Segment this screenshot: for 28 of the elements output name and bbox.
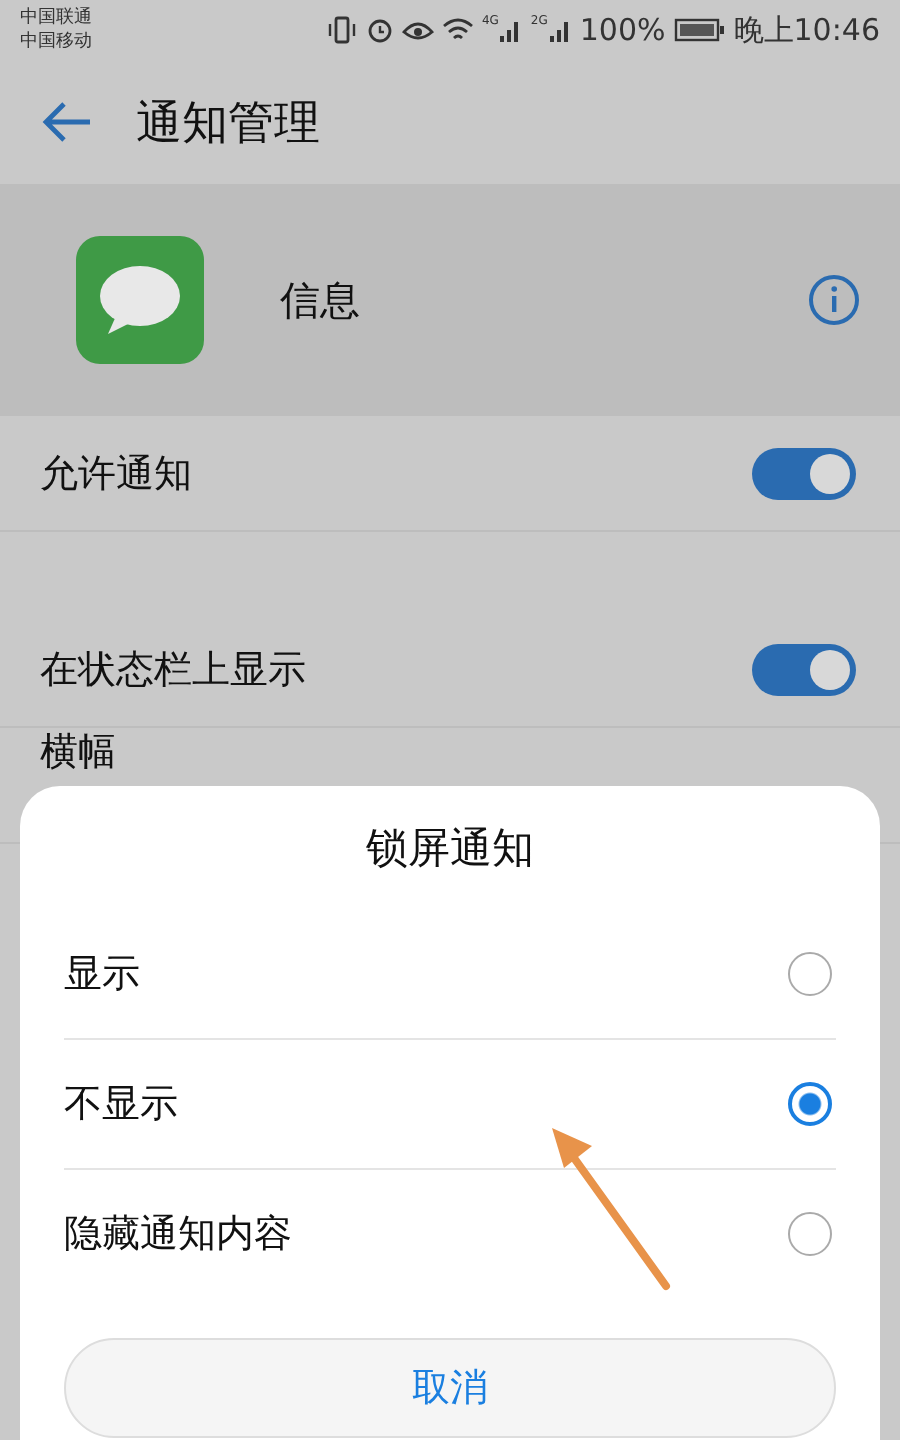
setting-label: 允许通知 [40, 449, 194, 499]
signal-icon [498, 16, 523, 44]
alarm-icon [365, 16, 394, 44]
option-label: 显示 [64, 950, 142, 1000]
radio-button[interactable] [788, 1082, 832, 1126]
option-label: 不显示 [64, 1080, 180, 1130]
back-icon[interactable] [40, 100, 92, 144]
toggle-switch[interactable] [752, 447, 856, 499]
vibrate-icon [325, 16, 358, 44]
app-name: 信息 [280, 273, 362, 327]
page-title: 通知管理 [136, 95, 320, 153]
carrier-name: 中国联通 [20, 6, 94, 30]
wifi-icon [441, 16, 474, 44]
info-icon[interactable] [808, 274, 860, 326]
sheet-title: 锁屏通知 [364, 822, 536, 876]
carrier-name: 中国移动 [20, 30, 94, 54]
setting-label: 在状态栏上显示 [40, 645, 308, 695]
signal-icon [547, 16, 572, 44]
setting-label: 横幅 [40, 730, 118, 774]
radio-button[interactable] [788, 952, 832, 996]
battery-percent: 100% [579, 12, 666, 48]
toggle-switch[interactable] [752, 643, 856, 695]
radio-button[interactable] [788, 1212, 832, 1256]
clock-time: 晚上10:46 [733, 11, 880, 49]
cancel-button[interactable]: 取消 [64, 1338, 836, 1438]
battery-icon [673, 16, 726, 44]
option-label: 隐藏通知内容 [64, 1210, 294, 1260]
message-app-icon [76, 236, 204, 364]
